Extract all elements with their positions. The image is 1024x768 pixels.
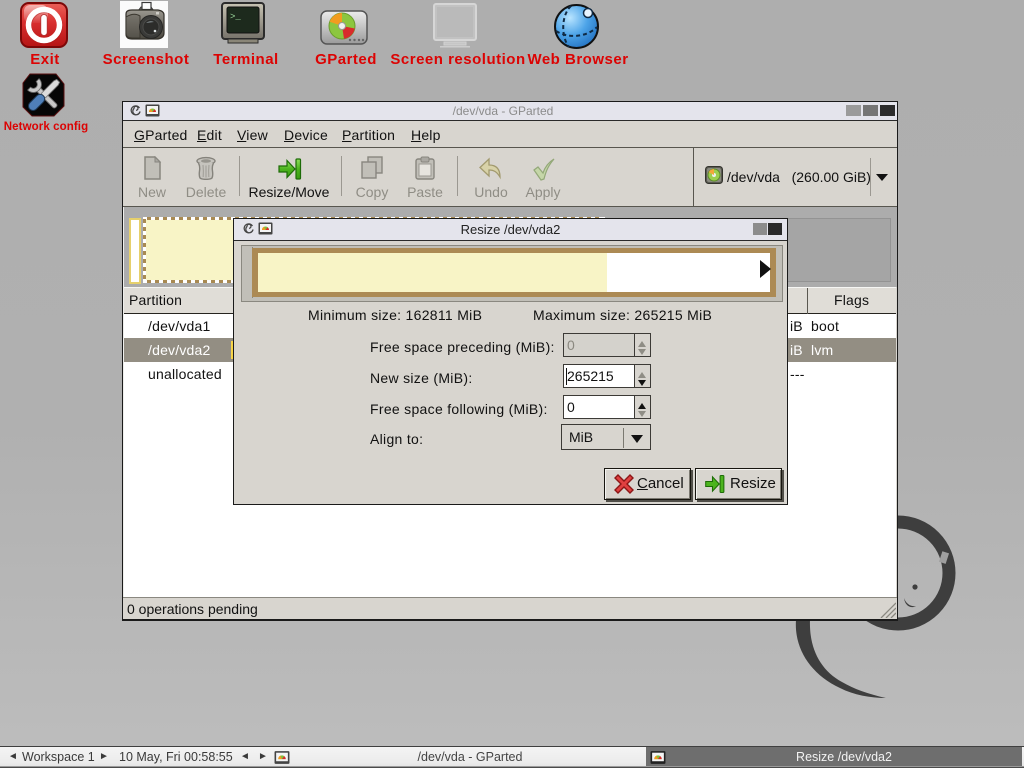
svg-text:>_: >_ [230, 12, 241, 22]
